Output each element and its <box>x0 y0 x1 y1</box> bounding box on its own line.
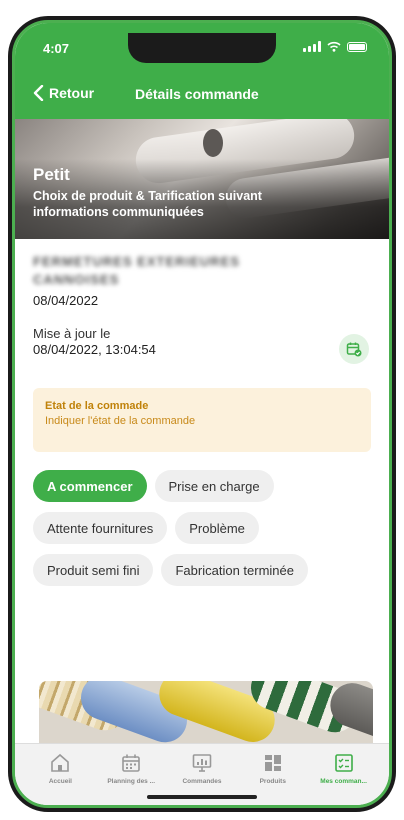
update-value: 08/04/2022, 13:04:54 <box>33 342 156 357</box>
back-button[interactable]: Retour <box>33 85 94 101</box>
tab-accueil[interactable]: Accueil <box>25 744 96 805</box>
device-notch <box>128 33 276 63</box>
bottom-tab-bar: Accueil Planning des ... Commandes Produ… <box>15 743 389 805</box>
state-hint: Indiquer l'état de la commande <box>45 415 196 427</box>
home-indicator <box>147 795 257 799</box>
back-label: Retour <box>49 85 95 101</box>
tab-label: Mes comman... <box>320 778 367 785</box>
wifi-icon <box>327 41 341 52</box>
client-name: FERMETURES EXTERIEURES CANNOISES <box>33 254 240 287</box>
state-title: Etat de la commade <box>45 400 149 412</box>
app-screen: 4:07 Retour Détails commande Petit Choix… <box>12 20 392 808</box>
battery-icon <box>347 41 367 52</box>
calendar-icon <box>122 754 140 772</box>
product-description: Choix de produit & Tarification suivant … <box>33 189 262 219</box>
tab-label: Planning des ... <box>107 778 156 785</box>
chevron-left-icon <box>33 85 44 101</box>
tab-mes-commandes[interactable]: Mes comman... <box>308 744 379 805</box>
checklist-icon <box>334 754 353 772</box>
tab-label: Produits <box>259 778 286 785</box>
grid-icon <box>264 755 281 771</box>
chip-probleme[interactable]: Problème <box>175 512 259 544</box>
nav-row: Retour Détails commande <box>15 83 389 109</box>
chip-fabrication-terminee[interactable]: Fabrication terminée <box>161 554 308 586</box>
chip-attente-fournitures[interactable]: Attente fournitures <box>33 512 168 544</box>
chip-a-commencer[interactable]: A commencer <box>33 470 147 502</box>
schedule-button[interactable] <box>339 334 369 364</box>
update-label: Mise à jour le <box>33 326 111 341</box>
tab-label: Commandes <box>182 778 222 785</box>
status-bar: 4:07 <box>15 33 389 63</box>
status-time: 4:07 <box>43 41 70 56</box>
order-state-notice: Etat de la commade Indiquer l'état de la… <box>33 388 371 452</box>
chip-prise-en-charge[interactable]: Prise en charge <box>154 470 274 502</box>
home-icon <box>51 753 70 772</box>
product-title: Petit <box>33 165 70 184</box>
calendar-check-icon <box>346 342 362 357</box>
hero-caption: Petit Choix de produit & Tarification su… <box>33 165 333 220</box>
product-hero-image: Petit Choix de produit & Tarification su… <box>15 119 389 239</box>
order-details: FERMETURES EXTERIEURES CANNOISES 08/04/2… <box>15 239 389 586</box>
order-date: 08/04/2022 <box>33 293 99 308</box>
last-update: Mise à jour le 08/04/2022, 13:04:54 <box>33 326 371 366</box>
status-icons <box>303 41 367 52</box>
status-chip-group: A commencer Prise en charge Attente four… <box>33 470 373 586</box>
app-header: 4:07 Retour Détails commande <box>15 23 389 119</box>
signal-icon <box>303 41 321 52</box>
page-title: Détails commande <box>135 86 259 102</box>
monitor-chart-icon <box>192 754 212 772</box>
phone-frame: 4:07 Retour Détails commande Petit Choix… <box>8 16 396 812</box>
chip-produit-semi-fini[interactable]: Produit semi fini <box>33 554 154 586</box>
tab-label: Accueil <box>48 778 72 785</box>
